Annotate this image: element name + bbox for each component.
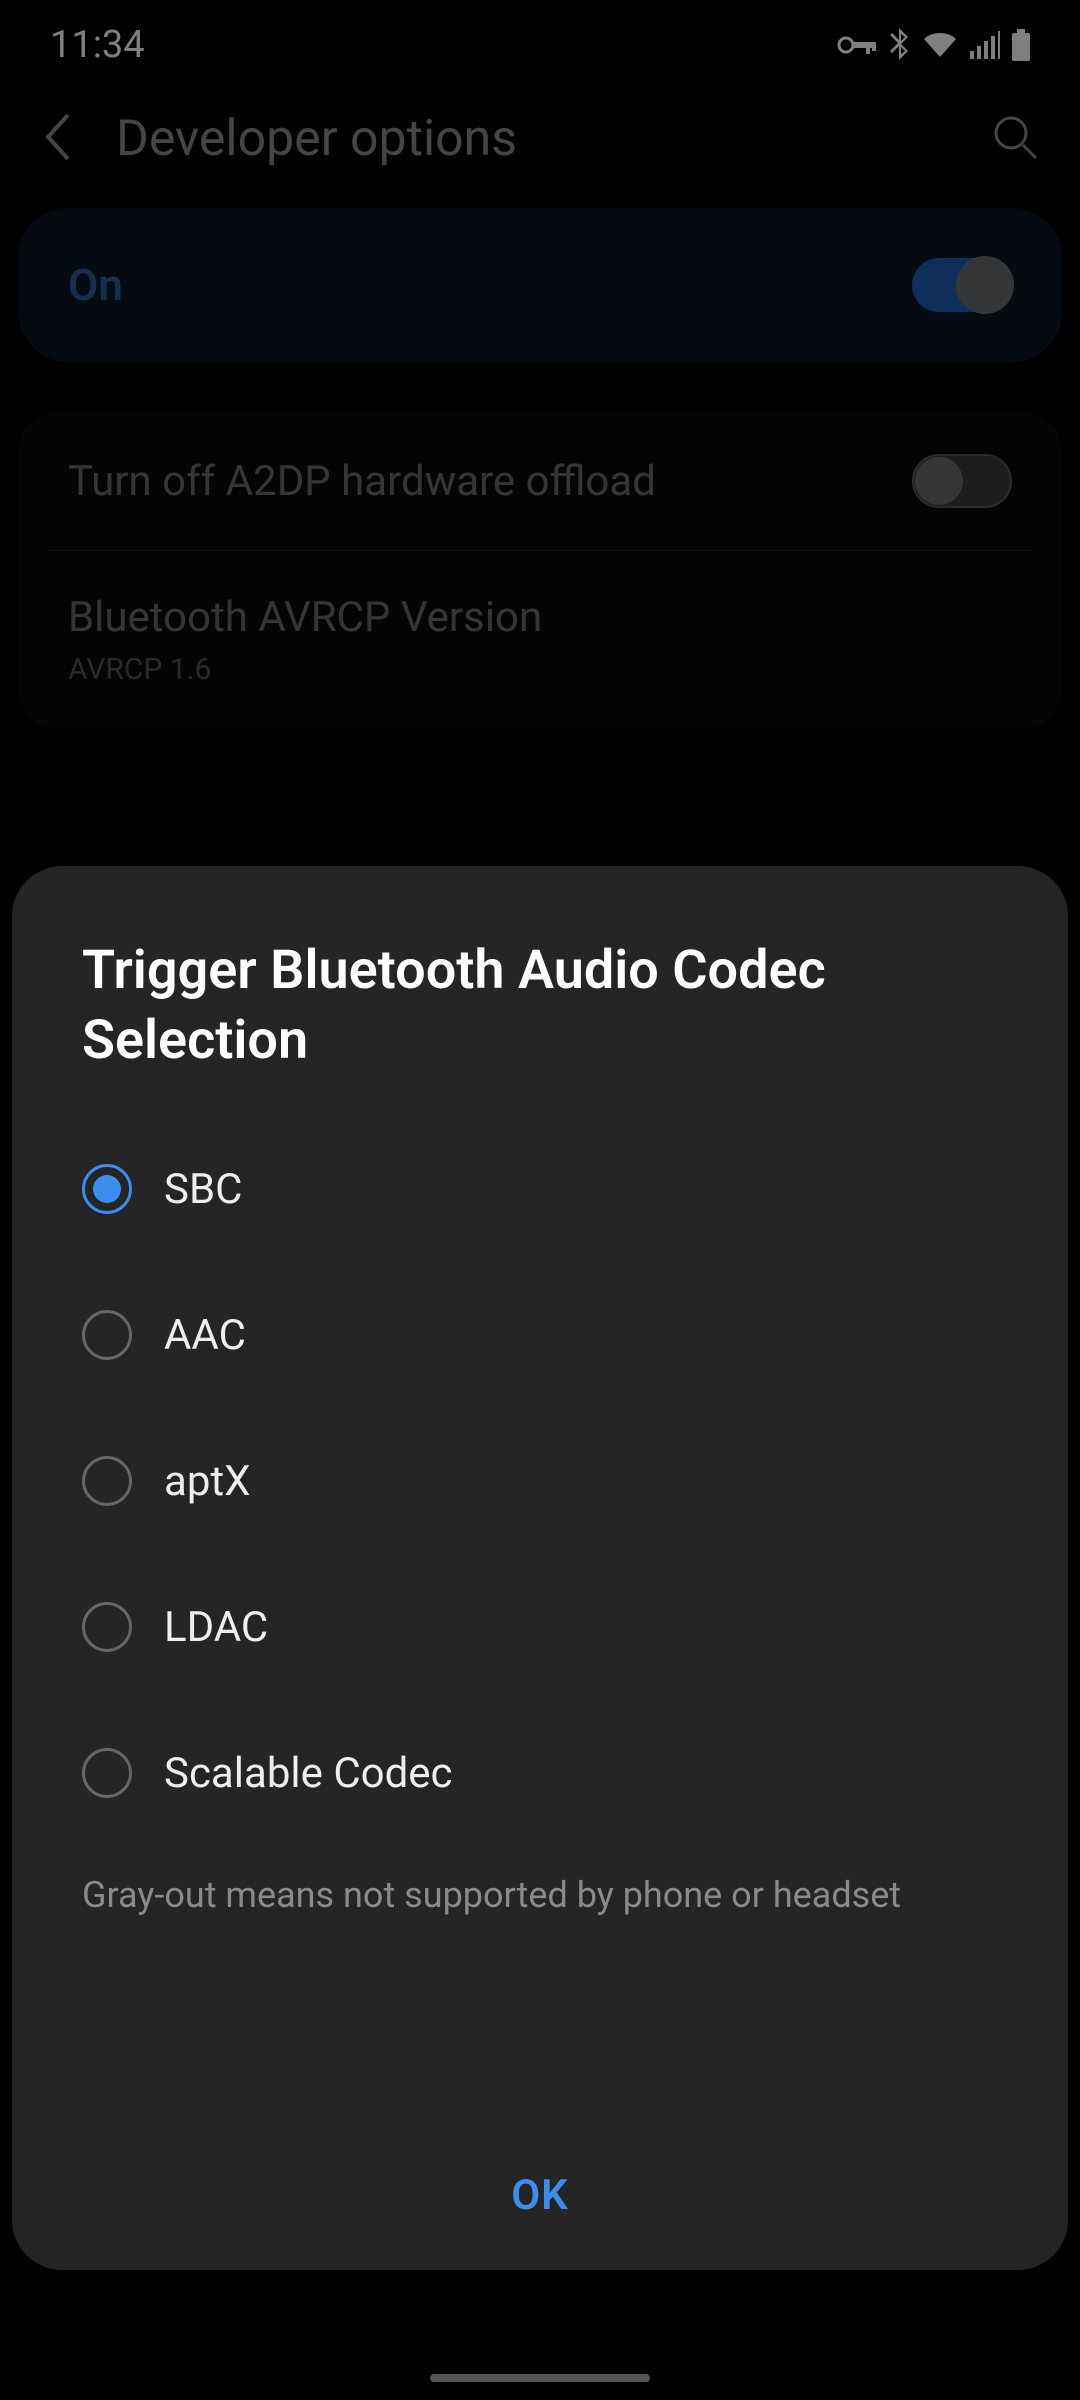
option-label: aptX <box>164 1457 251 1506</box>
option-label: AAC <box>164 1311 246 1360</box>
radio-icon <box>82 1602 132 1652</box>
dialog-title: Trigger Bluetooth Audio Codec Selection <box>82 936 998 1076</box>
radio-icon <box>82 1456 132 1506</box>
option-label: SBC <box>164 1165 242 1214</box>
codec-option-sbc[interactable]: SBC <box>82 1116 998 1262</box>
radio-icon <box>82 1748 132 1798</box>
radio-icon <box>82 1310 132 1360</box>
codec-option-list: SBC AAC aptX LDAC Scalable Codec <box>82 1116 998 1846</box>
codec-option-scalable[interactable]: Scalable Codec <box>82 1700 998 1846</box>
nav-handle[interactable] <box>430 2374 650 2382</box>
dialog-action-bar: OK <box>82 2133 998 2270</box>
dialog-note: Gray-out means not supported by phone or… <box>82 1846 998 1916</box>
radio-icon <box>82 1164 132 1214</box>
option-label: Scalable Codec <box>164 1749 453 1798</box>
codec-option-aac[interactable]: AAC <box>82 1262 998 1408</box>
codec-option-aptx[interactable]: aptX <box>82 1408 998 1554</box>
ok-button[interactable]: OK <box>511 2171 569 2220</box>
option-label: LDAC <box>164 1603 268 1652</box>
codec-option-ldac[interactable]: LDAC <box>82 1554 998 1700</box>
codec-dialog: Trigger Bluetooth Audio Codec Selection … <box>12 866 1068 2270</box>
